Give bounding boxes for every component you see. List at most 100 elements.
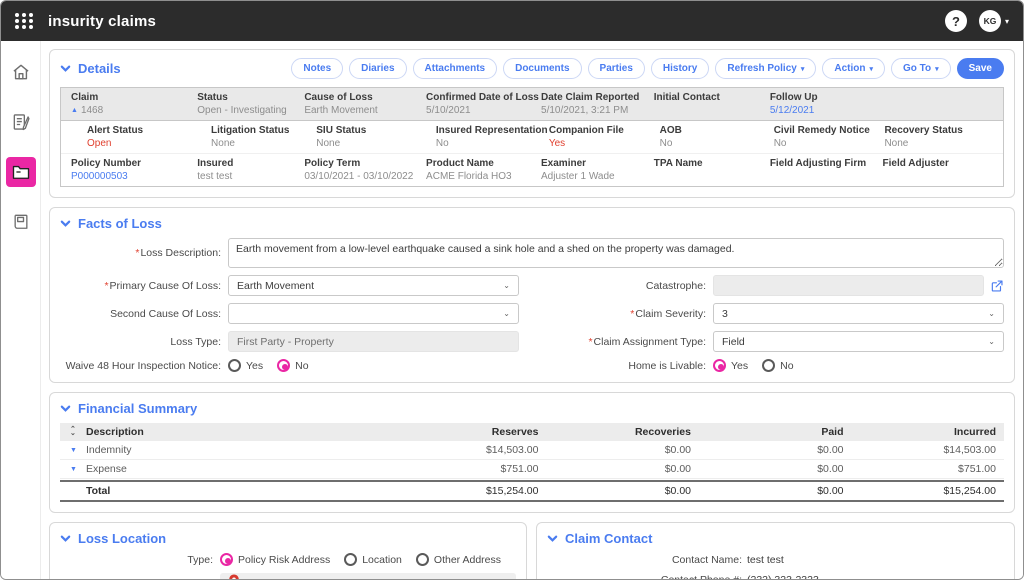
radio-icon-selected[interactable]: [713, 359, 726, 372]
facts-title: Facts of Loss: [78, 216, 162, 231]
go-to-button[interactable]: Go To▾: [891, 58, 951, 79]
companion-file-value: Yes: [549, 138, 660, 149]
sidebar-item-policy-book[interactable]: [6, 207, 36, 237]
loss-description-label: Loss Description:: [60, 247, 228, 259]
type-location[interactable]: Location: [344, 553, 402, 566]
loss-description-input[interactable]: Earth movement from a low-level earthqua…: [228, 238, 1004, 268]
diaries-button[interactable]: Diaries: [349, 58, 406, 79]
field-label: Follow Up: [770, 92, 883, 103]
refresh-policy-button[interactable]: Refresh Policy▾: [715, 58, 816, 79]
field-label: Date Claim Reported: [541, 92, 654, 103]
financial-row-expense: ▼ Expense $751.00 $0.00 $0.00 $751.00: [60, 460, 1004, 479]
waive-notice-label: Waive 48 Hour Inspection Notice:: [60, 360, 228, 372]
details-collapse-icon[interactable]: [60, 63, 71, 74]
field-label: Companion File: [549, 125, 660, 136]
field-label: TPA Name: [654, 158, 770, 169]
claim-contact-title: Claim Contact: [565, 531, 652, 546]
type-other-address[interactable]: Other Address: [416, 553, 501, 566]
follow-up-link[interactable]: 5/12/2021: [770, 105, 883, 116]
app-grid-icon[interactable]: [15, 13, 34, 29]
home-livable-radios: Yes No: [713, 359, 794, 372]
catastrophe-label: Catastrophe:: [545, 280, 713, 292]
home-livable-label: Home is Livable:: [545, 360, 713, 372]
loss-location-collapse-icon[interactable]: [60, 533, 71, 544]
cell-paid: $0.00: [691, 444, 844, 456]
claim-contact-collapse-icon[interactable]: [547, 533, 558, 544]
attachments-button[interactable]: Attachments: [413, 58, 498, 79]
radio-label: Policy Risk Address: [238, 554, 330, 566]
loss-type-label: Loss Type:: [60, 336, 228, 348]
home-livable-no[interactable]: No: [762, 359, 793, 372]
financial-collapse-icon[interactable]: [60, 403, 71, 414]
sort-icon[interactable]: ⌃⌄: [64, 428, 86, 436]
radio-label: Other Address: [434, 554, 501, 566]
row-description: Expense: [86, 463, 386, 475]
claim-assignment-select[interactable]: Field⌄: [713, 331, 1004, 352]
cell-incurred: $751.00: [844, 463, 997, 475]
expand-row-icon[interactable]: ▼: [64, 466, 86, 473]
alert-status-value: Open: [87, 138, 211, 149]
documents-button[interactable]: Documents: [503, 58, 581, 79]
policy-number-link[interactable]: P000000503: [71, 171, 197, 182]
claim-severity-value: 3: [722, 308, 728, 320]
field-label: SIU Status: [316, 125, 436, 136]
radio-icon-selected[interactable]: [277, 359, 290, 372]
radio-icon[interactable]: [228, 359, 241, 372]
details-grid: Claim▲1468 StatusOpen - Investigating Ca…: [60, 87, 1004, 187]
radio-icon[interactable]: [344, 553, 357, 566]
chevron-down-icon: ▾: [1005, 17, 1009, 26]
history-button[interactable]: History: [651, 58, 709, 79]
column-description[interactable]: Description: [86, 426, 386, 438]
sort-up-icon[interactable]: ▲: [71, 107, 78, 114]
total-incurred: $15,254.00: [844, 485, 997, 497]
loss-address-link[interactable]: 2202 SW 112th St, Gainesville, FL 32607-…: [246, 578, 464, 579]
open-catastrophe-icon[interactable]: [990, 279, 1004, 293]
loss-address-label: Loss Address:: [60, 578, 220, 579]
financial-total-row: Total $15,254.00 $0.00 $0.00 $15,254.00: [60, 480, 1004, 502]
type-policy-risk-address[interactable]: Policy Risk Address: [220, 553, 330, 566]
waive-notice-yes[interactable]: Yes: [228, 359, 263, 372]
help-button[interactable]: ?: [945, 10, 967, 32]
avatar[interactable]: KG: [979, 10, 1001, 32]
facts-collapse-icon[interactable]: [60, 218, 71, 229]
save-button[interactable]: Save: [957, 58, 1004, 79]
radio-icon[interactable]: [416, 553, 429, 566]
loss-type-field: First Party - Property: [228, 331, 519, 352]
column-incurred[interactable]: Incurred: [844, 426, 997, 438]
cell-recoveries: $0.00: [539, 444, 692, 456]
field-label: Confirmed Date of Loss: [426, 92, 541, 103]
sidebar-item-home[interactable]: [6, 57, 36, 87]
field-value: ACME Florida HO3: [426, 171, 541, 182]
topbar: insurity claims ? KG ▾: [1, 1, 1023, 41]
primary-cause-select[interactable]: Earth Movement⌄: [228, 275, 519, 296]
field-label: Status: [197, 92, 304, 103]
sidebar-item-claim-folder[interactable]: [6, 157, 36, 187]
facts-of-loss-section: Facts of Loss Loss Description: Earth mo…: [49, 207, 1015, 383]
loss-location-title: Loss Location: [78, 531, 166, 546]
radio-label: Location: [362, 554, 402, 566]
second-cause-select[interactable]: ⌄: [228, 303, 519, 324]
radio-icon-selected[interactable]: [220, 553, 233, 566]
sidebar-item-claims-documents[interactable]: [6, 107, 36, 137]
field-label: Recovery Status: [884, 125, 993, 136]
user-menu[interactable]: KG ▾: [979, 10, 1009, 32]
radio-icon[interactable]: [762, 359, 775, 372]
claim-assignment-value: Field: [722, 336, 745, 348]
field-label: Litigation Status: [211, 125, 316, 136]
waive-notice-no[interactable]: No: [277, 359, 308, 372]
expand-row-icon[interactable]: ▼: [64, 447, 86, 454]
field-value: No: [774, 138, 885, 149]
parties-button[interactable]: Parties: [588, 58, 645, 79]
notes-button[interactable]: Notes: [291, 58, 343, 79]
column-recoveries[interactable]: Recoveries: [539, 426, 692, 438]
chevron-down-icon: ▾: [869, 65, 873, 73]
action-label: Action: [834, 63, 865, 74]
column-reserves[interactable]: Reserves: [386, 426, 539, 438]
column-paid[interactable]: Paid: [691, 426, 844, 438]
claim-severity-select[interactable]: 3⌄: [713, 303, 1004, 324]
home-livable-yes[interactable]: Yes: [713, 359, 748, 372]
field-label: Examiner: [541, 158, 654, 169]
action-button[interactable]: Action ▾: [822, 58, 885, 79]
field-label: Insured: [197, 158, 304, 169]
primary-cause-label: Primary Cause Of Loss:: [60, 280, 228, 292]
